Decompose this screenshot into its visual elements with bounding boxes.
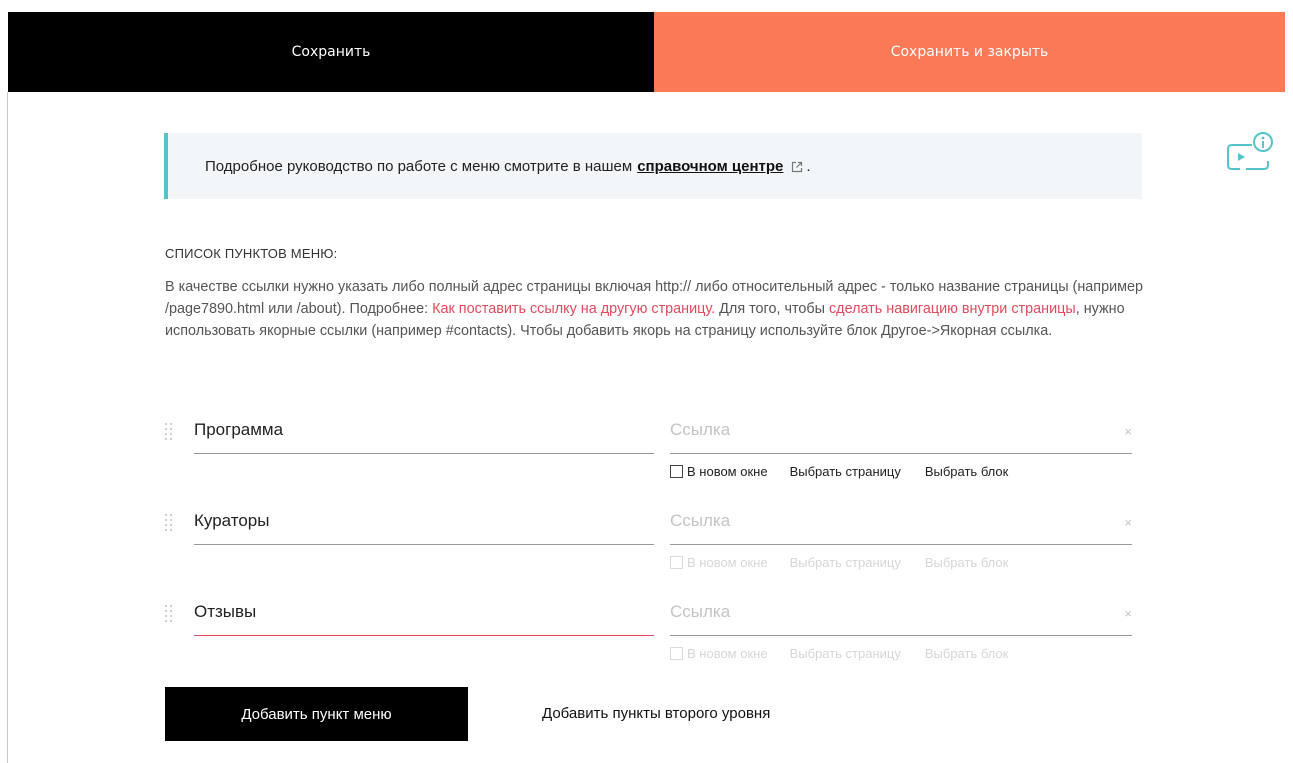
clear-link-icon[interactable]: ×: [1124, 606, 1132, 621]
menu-item-name-input[interactable]: [194, 414, 654, 446]
choose-block-link[interactable]: Выбрать блок: [925, 555, 1008, 570]
drag-handle-icon[interactable]: [164, 513, 174, 533]
desc-text-2: Для того, чтобы: [715, 301, 829, 317]
choose-block-link[interactable]: Выбрать блок: [925, 464, 1008, 479]
menu-item-link-input[interactable]: [670, 596, 1110, 628]
new-window-checkbox[interactable]: [670, 647, 683, 660]
choose-block-link[interactable]: Выбрать блок: [925, 646, 1008, 661]
menu-item-name-input[interactable]: [194, 505, 654, 537]
menu-item-link-input[interactable]: [670, 414, 1110, 446]
menu-list-title: СПИСОК ПУНКТОВ МЕНЮ:: [165, 246, 338, 261]
anchor-help-link[interactable]: сделать навигацию внутри страницы: [829, 301, 1076, 317]
menu-item-options: В новом окне Выбрать страницу Выбрать бл…: [670, 464, 1008, 479]
menu-item-row: × В новом окне Выбрать страницу Выбрать …: [160, 410, 1140, 500]
left-border-divider: [7, 92, 8, 763]
menu-item-link-field: ×: [670, 410, 1132, 454]
save-button[interactable]: Сохранить: [8, 12, 654, 92]
menu-item-row: × В новом окне Выбрать страницу Выбрать …: [160, 592, 1140, 682]
add-second-level-link[interactable]: Добавить пункты второго уровня: [542, 705, 770, 722]
external-link-icon[interactable]: [791, 160, 803, 173]
clear-link-icon[interactable]: ×: [1124, 424, 1132, 439]
link-help-link[interactable]: Как поставить ссылку на другую страницу.: [432, 301, 715, 317]
help-notice: Подробное руководство по работе с меню с…: [164, 133, 1142, 199]
menu-item-name-field: [194, 501, 654, 545]
add-menu-item-button[interactable]: Добавить пункт меню: [165, 687, 468, 741]
new-window-label[interactable]: В новом окне: [687, 464, 768, 479]
save-and-close-button[interactable]: Сохранить и закрыть: [654, 12, 1285, 92]
drag-handle-icon[interactable]: [164, 604, 174, 624]
choose-page-link[interactable]: Выбрать страницу: [790, 555, 901, 570]
clear-link-icon[interactable]: ×: [1124, 515, 1132, 530]
notice-suffix: .: [806, 157, 811, 175]
choose-page-link[interactable]: Выбрать страницу: [790, 464, 901, 479]
menu-item-name-field: [194, 410, 654, 454]
drag-handle-icon[interactable]: [164, 422, 174, 442]
new-window-label[interactable]: В новом окне: [687, 646, 768, 661]
menu-item-name-input[interactable]: [194, 596, 654, 628]
menu-item-link-field: ×: [670, 592, 1132, 636]
video-help-icon[interactable]: [1226, 131, 1276, 181]
menu-item-options: В новом окне Выбрать страницу Выбрать бл…: [670, 555, 1008, 570]
menu-list-description: В качестве ссылки нужно указать либо пол…: [165, 276, 1165, 342]
menu-item-options: В новом окне Выбрать страницу Выбрать бл…: [670, 646, 1008, 661]
new-window-checkbox[interactable]: [670, 465, 683, 478]
new-window-checkbox[interactable]: [670, 556, 683, 569]
menu-item-name-field: [194, 592, 654, 636]
help-center-link[interactable]: справочном центре: [637, 158, 783, 175]
top-toolbar: Сохранить Сохранить и закрыть: [8, 12, 1285, 92]
menu-item-link-input[interactable]: [670, 505, 1110, 537]
choose-page-link[interactable]: Выбрать страницу: [790, 646, 901, 661]
new-window-label[interactable]: В новом окне: [687, 555, 768, 570]
menu-item-link-field: ×: [670, 501, 1132, 545]
notice-text: Подробное руководство по работе с меню с…: [205, 157, 633, 175]
menu-item-row: × В новом окне Выбрать страницу Выбрать …: [160, 501, 1140, 591]
